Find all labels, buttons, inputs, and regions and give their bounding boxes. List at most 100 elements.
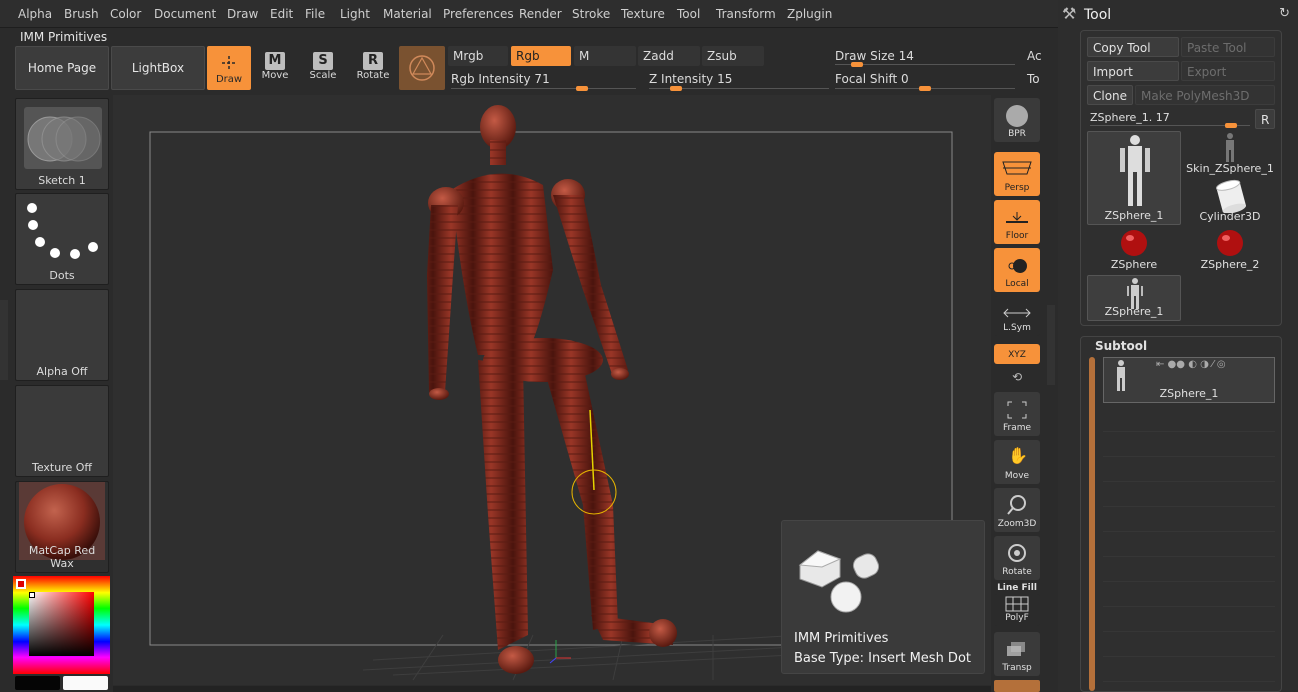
alpha-picker[interactable]: Alpha Off	[15, 289, 109, 381]
menu-edit[interactable]: Edit	[264, 0, 299, 28]
color-picker-cursor[interactable]	[29, 592, 35, 598]
menu-draw[interactable]: Draw	[221, 0, 264, 28]
home-page-button[interactable]: Home Page	[15, 46, 109, 90]
ghost-button[interactable]	[994, 680, 1040, 692]
tool-thumb-skin-zsphere[interactable]: Skin_ZSphere_1	[1183, 131, 1277, 177]
clone-button[interactable]: Clone	[1087, 85, 1133, 105]
stroke-picker[interactable]: Sketch 1	[15, 98, 109, 190]
rotation-axis-icon[interactable]: ⟲	[1010, 370, 1024, 384]
lightbox-button[interactable]: LightBox	[111, 46, 205, 90]
polyf-label: PolyF	[1005, 613, 1029, 623]
texture-label: Texture Off	[31, 461, 92, 474]
color-picker[interactable]	[13, 576, 110, 674]
zsub-toggle[interactable]: Zsub	[702, 46, 764, 66]
zoom3d-button[interactable]: Zoom3D	[994, 488, 1040, 532]
material-picker[interactable]: MatCap Red Wax	[15, 481, 109, 573]
draw-button[interactable]: Draw	[207, 46, 251, 90]
menu-tool[interactable]: Tool	[671, 0, 706, 28]
subtool-scrollbar[interactable]	[1089, 357, 1095, 691]
stroke-type-picker[interactable]: Dots	[15, 193, 109, 285]
move-button[interactable]: M Move	[253, 46, 297, 90]
left-tray-handle[interactable]	[0, 300, 8, 380]
tool-thumb-label: Skin_ZSphere_1	[1186, 162, 1274, 175]
tool-r-button[interactable]: R	[1255, 109, 1275, 129]
transp-button[interactable]: Transp	[994, 632, 1040, 676]
menu-render[interactable]: Render	[513, 0, 568, 28]
z-intensity-knob[interactable]	[670, 86, 682, 91]
import-button[interactable]: Import	[1087, 61, 1179, 81]
menu-transform[interactable]: Transform	[710, 0, 782, 28]
frame-button[interactable]: Frame	[994, 392, 1040, 436]
zadd-toggle[interactable]: Zadd	[638, 46, 700, 66]
subtool-title[interactable]: Subtool	[1095, 339, 1147, 353]
menu-preferences[interactable]: Preferences	[437, 0, 520, 28]
menu-brush[interactable]: Brush	[58, 0, 105, 28]
color-picker-gradient[interactable]	[29, 592, 94, 656]
make-polymesh-button[interactable]: Make PolyMesh3D	[1135, 85, 1275, 105]
rgb-intensity-knob[interactable]	[576, 86, 589, 91]
active-points-label: Ac	[1027, 49, 1042, 63]
floor-button[interactable]: Floor	[994, 200, 1040, 244]
menu-file[interactable]: File	[299, 0, 331, 28]
subtool-item-label: ZSphere_1	[1159, 387, 1219, 400]
export-button[interactable]: Export	[1181, 61, 1275, 81]
menu-alpha[interactable]: Alpha	[12, 0, 58, 28]
paste-tool-button[interactable]: Paste Tool	[1181, 37, 1275, 57]
transp-icon	[1007, 642, 1025, 656]
menu-zplugin[interactable]: Zplugin	[781, 0, 838, 28]
frame-icon	[1007, 401, 1027, 419]
rotate-view-button[interactable]: Rotate	[994, 536, 1040, 580]
copy-tool-button[interactable]: Copy Tool	[1087, 37, 1179, 57]
scale-button[interactable]: S Scale	[301, 46, 345, 90]
menu-light[interactable]: Light	[334, 0, 376, 28]
menu-stroke[interactable]: Stroke	[566, 0, 616, 28]
tool-thumb-label: ZSphere	[1110, 258, 1158, 271]
move-view-button[interactable]: ✋ Move	[994, 440, 1040, 484]
xyz-button[interactable]: XYZ	[994, 344, 1040, 364]
draw-label: Draw	[215, 74, 243, 85]
focal-shift-knob[interactable]	[919, 86, 931, 91]
subtool-visibility-icons[interactable]: ⇤ ●● ◐ ◑ ⁄ ◎	[1156, 359, 1226, 370]
alpha-label: Alpha Off	[36, 365, 88, 378]
tool-panel-title[interactable]: Tool	[1084, 7, 1111, 23]
draw-icon	[219, 54, 239, 72]
tool-thumb-label: ZSphere_1	[1104, 305, 1164, 318]
rgb-intensity-slider[interactable]	[451, 88, 636, 89]
rgb-toggle[interactable]: Rgb	[511, 46, 571, 66]
persp-button[interactable]: Persp	[994, 152, 1040, 196]
bpr-button[interactable]: BPR	[994, 98, 1040, 142]
material-swatch-button[interactable]	[399, 46, 445, 90]
local-button[interactable]: Local	[994, 248, 1040, 292]
z-intensity-label: Z Intensity 15	[649, 72, 733, 86]
menu-texture[interactable]: Texture	[615, 0, 671, 28]
right-tray-handle[interactable]	[1047, 305, 1055, 385]
mrgb-toggle[interactable]: Mrgb	[448, 46, 508, 66]
panel-reset-icon[interactable]: ↻	[1279, 6, 1290, 21]
polyf-button[interactable]: PolyF	[994, 594, 1040, 626]
lsym-button[interactable]: L.Sym	[994, 296, 1040, 336]
zsphere-model[interactable]	[427, 105, 677, 674]
main-color-swatch[interactable]	[16, 579, 26, 589]
draw-size-knob[interactable]	[850, 62, 863, 67]
tool-thumb-zsphere-2[interactable]: ZSphere_2	[1183, 227, 1277, 273]
subtool-item[interactable]: ⇤ ●● ◐ ◑ ⁄ ◎ ZSphere_1	[1103, 357, 1275, 403]
rotate-view-label: Rotate	[1002, 567, 1032, 577]
tool-thumb-zsphere-1-b[interactable]: ZSphere_1	[1087, 275, 1181, 321]
main-color-button[interactable]	[15, 676, 60, 690]
cylinder-icon	[1216, 179, 1247, 213]
menu-color[interactable]: Color	[104, 0, 147, 28]
tool-thumb-zsphere-1[interactable]: ZSphere_1	[1087, 131, 1181, 225]
focal-shift-label: Focal Shift 0	[835, 72, 909, 86]
m-toggle[interactable]: M	[574, 46, 636, 66]
rotate-label: Rotate	[356, 70, 390, 81]
rotate-button[interactable]: R Rotate	[351, 46, 395, 90]
tool-thumb-zsphere[interactable]: ZSphere	[1087, 227, 1181, 273]
secondary-color-button[interactable]	[63, 676, 108, 690]
floor-grid	[362, 634, 854, 681]
menu-document[interactable]: Document	[148, 0, 222, 28]
persp-icon	[1002, 161, 1032, 175]
tool-slider-knob[interactable]	[1224, 123, 1237, 128]
tool-thumb-cylinder3d[interactable]: Cylinder3D	[1183, 179, 1277, 225]
menu-material[interactable]: Material	[377, 0, 438, 28]
texture-picker[interactable]: Texture Off	[15, 385, 109, 477]
